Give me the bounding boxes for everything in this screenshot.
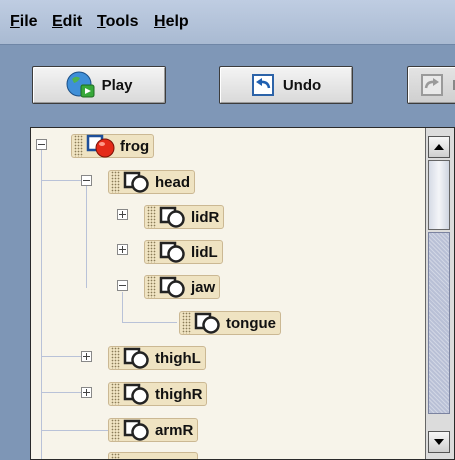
- tree-node-frog[interactable]: frog: [71, 134, 155, 158]
- node-label: armR: [155, 421, 194, 439]
- part-icon: [123, 171, 151, 193]
- play-globe-icon: [66, 71, 96, 99]
- tree-line: [122, 292, 123, 323]
- part-icon: [159, 276, 187, 298]
- collapse-jaw-toggle[interactable]: [117, 280, 128, 291]
- node-label: tongue: [226, 314, 276, 332]
- tree-line: [41, 392, 81, 393]
- redo-button[interactable]: R: [407, 66, 455, 104]
- drag-handle[interactable]: [74, 135, 83, 157]
- menu-edit-rest: dit: [62, 13, 83, 30]
- menu-edit-key: E: [52, 13, 63, 30]
- node-label: thighR: [155, 385, 203, 403]
- menu-edit[interactable]: Edit: [52, 13, 82, 31]
- menu-file-rest: ile: [19, 13, 38, 30]
- tree-line: [41, 430, 111, 431]
- redo-icon: [420, 73, 446, 97]
- frog-object-icon: [86, 134, 116, 158]
- drag-handle[interactable]: [111, 419, 120, 441]
- drag-handle[interactable]: [182, 312, 191, 334]
- tree-line: [86, 186, 87, 288]
- drag-handle[interactable]: [111, 383, 120, 405]
- scroll-down-button[interactable]: [428, 431, 450, 453]
- node-label: frog: [120, 137, 150, 155]
- part-icon: [159, 241, 187, 263]
- menu-file-key: F: [10, 13, 20, 30]
- drag-handle[interactable]: [147, 241, 156, 263]
- menu-help[interactable]: Help: [154, 13, 189, 31]
- menu-tools[interactable]: Tools: [97, 13, 138, 31]
- part-icon: [123, 347, 151, 369]
- expand-lidL-toggle[interactable]: [117, 244, 128, 255]
- object-tree-panel: frog head lidR lidL jaw tongue thighL th…: [30, 127, 455, 460]
- part-icon: [123, 419, 151, 441]
- arrow-down-icon: [434, 439, 444, 445]
- tree-node-partial[interactable]: [108, 452, 198, 459]
- vertical-scrollbar[interactable]: [425, 128, 454, 459]
- drag-handle[interactable]: [147, 276, 156, 298]
- tree-node-tongue[interactable]: tongue: [179, 311, 281, 335]
- expand-lidR-toggle[interactable]: [117, 209, 128, 220]
- menu-help-rest: elp: [165, 13, 189, 30]
- node-label: lidL: [191, 243, 218, 261]
- part-icon: [159, 206, 187, 228]
- tree-node-head[interactable]: head: [108, 170, 196, 194]
- undo-icon: [251, 73, 277, 97]
- tree-node-armR[interactable]: armR: [108, 418, 199, 442]
- menu-help-key: H: [154, 13, 166, 30]
- play-label: Play: [101, 76, 133, 94]
- node-label: thighL: [155, 349, 201, 367]
- undo-label: Undo: [282, 76, 322, 94]
- drag-handle[interactable]: [147, 206, 156, 228]
- node-label: lidR: [191, 208, 220, 226]
- collapse-frog-toggle[interactable]: [36, 139, 47, 150]
- scroll-up-button[interactable]: [428, 136, 450, 158]
- part-icon: [194, 312, 222, 334]
- expand-thighR-toggle[interactable]: [81, 387, 92, 398]
- node-label: jaw: [191, 278, 216, 296]
- node-label: head: [155, 173, 191, 191]
- expand-thighL-toggle[interactable]: [81, 351, 92, 362]
- tree-node-thighL[interactable]: thighL: [108, 346, 206, 370]
- tree-node-jaw[interactable]: jaw: [144, 275, 221, 299]
- scroll-thumb[interactable]: [428, 160, 450, 230]
- toolbar: Play Undo R: [0, 45, 455, 120]
- menu-tools-rest: ools: [105, 13, 139, 30]
- tree-line: [41, 180, 81, 181]
- menu-file[interactable]: File: [10, 13, 38, 31]
- drag-handle[interactable]: [111, 171, 120, 193]
- undo-button[interactable]: Undo: [219, 66, 353, 104]
- tree-node-thighR[interactable]: thighR: [108, 382, 208, 406]
- play-button[interactable]: Play: [32, 66, 166, 104]
- tree-line: [41, 150, 42, 459]
- menu-tools-key: T: [97, 13, 106, 30]
- tree-node-lidR[interactable]: lidR: [144, 205, 225, 229]
- part-icon: [123, 383, 151, 405]
- drag-handle[interactable]: [111, 347, 120, 369]
- tree-line: [41, 356, 81, 357]
- drag-handle[interactable]: [111, 453, 120, 459]
- tree-line: [122, 322, 177, 323]
- collapse-head-toggle[interactable]: [81, 175, 92, 186]
- menu-bar: File Edit Tools Help: [0, 0, 455, 45]
- tree-node-lidL[interactable]: lidL: [144, 240, 223, 264]
- arrow-up-icon: [434, 144, 444, 150]
- scroll-track[interactable]: [428, 232, 450, 414]
